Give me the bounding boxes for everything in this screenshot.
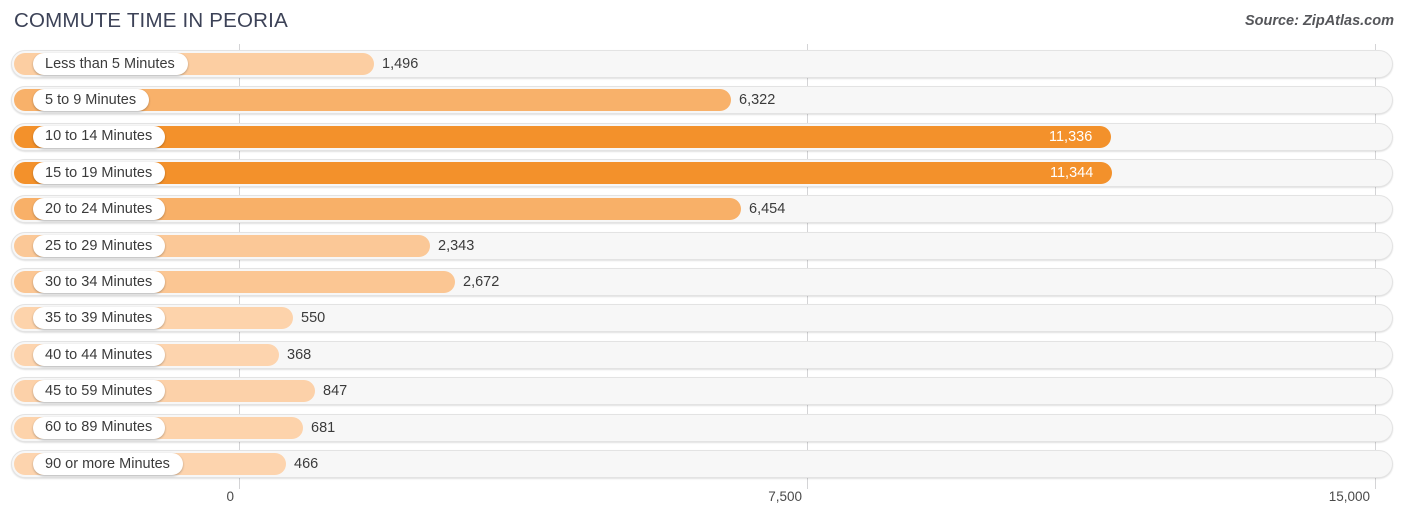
category-label: 60 to 89 Minutes: [45, 419, 153, 436]
source-attribution: Source: ZipAtlas.com: [1244, 13, 1394, 29]
category-label: 45 to 59 Minutes: [45, 382, 153, 399]
table-row[interactable]: 25 to 29 Minutes 2,343: [11, 231, 1393, 260]
bar[interactable]: [14, 125, 1111, 148]
bar-label-pill: 10 to 14 Minutes: [33, 125, 166, 148]
page-title: COMMUTE TIME IN PEORIA: [14, 9, 288, 32]
bar-label-pill: 20 to 24 Minutes: [33, 198, 166, 221]
bar-label-pill: 35 to 39 Minutes: [33, 307, 166, 330]
table-row[interactable]: 90 or more Minutes 466: [11, 449, 1393, 478]
category-label: 15 to 19 Minutes: [45, 164, 153, 181]
bar-value-label: 847: [323, 383, 348, 400]
category-label: 30 to 34 Minutes: [45, 273, 153, 290]
category-label: 35 to 39 Minutes: [45, 310, 153, 327]
bar-label-pill: 25 to 29 Minutes: [33, 234, 166, 257]
bar-value-label: 11,344: [1050, 165, 1094, 182]
axis-tick-label: 0: [226, 489, 234, 504]
category-label: 90 or more Minutes: [45, 455, 170, 472]
category-label: Less than 5 Minutes: [45, 55, 175, 72]
table-row[interactable]: 10 to 14 Minutes 11,336: [11, 122, 1393, 151]
bar-label-pill: 5 to 9 Minutes: [33, 89, 150, 112]
bar-label-pill: 40 to 44 Minutes: [33, 343, 166, 366]
bar-value-label: 466: [294, 455, 319, 472]
table-row[interactable]: 35 to 39 Minutes 550: [11, 304, 1393, 333]
table-row[interactable]: 30 to 34 Minutes 2,672: [11, 268, 1393, 297]
table-row[interactable]: 20 to 24 Minutes 6,454: [11, 195, 1393, 224]
bar-label-pill: 60 to 89 Minutes: [33, 416, 166, 439]
bar-label-pill: 15 to 19 Minutes: [33, 162, 166, 185]
chart-plot-area: Less than 5 Minutes 1,496 5 to 9 Minutes 6,…: [0, 44, 1406, 489]
bar-value-label: 550: [301, 310, 326, 327]
bar-value-label: 2,672: [463, 274, 500, 291]
bar-label-pill: Less than 5 Minutes: [33, 53, 188, 75]
bar-value-label: 681: [311, 419, 336, 436]
category-label: 40 to 44 Minutes: [45, 346, 153, 363]
table-row[interactable]: 45 to 59 Minutes 847: [11, 377, 1393, 406]
bar-value-label: 1,496: [382, 56, 419, 72]
bar-value-label: 11,336: [1049, 128, 1093, 145]
category-label: 5 to 9 Minutes: [45, 92, 137, 109]
category-label: 25 to 29 Minutes: [45, 237, 153, 254]
bar-label-pill: 45 to 59 Minutes: [33, 380, 166, 403]
bar-value-label: 2,343: [438, 237, 475, 254]
bar[interactable]: [14, 162, 1112, 185]
table-row[interactable]: 15 to 19 Minutes 11,344: [11, 159, 1393, 188]
bar-value-label: 6,322: [739, 92, 776, 109]
chart-header: COMMUTE TIME IN PEORIA Source: ZipAtlas.…: [0, 0, 1406, 44]
bar-value-label: 6,454: [749, 201, 786, 218]
table-row[interactable]: 40 to 44 Minutes 368: [11, 340, 1393, 369]
table-row[interactable]: 5 to 9 Minutes 6,322: [11, 86, 1393, 115]
bar-label-pill: 90 or more Minutes: [33, 452, 183, 475]
bar-label-pill: 30 to 34 Minutes: [33, 271, 166, 294]
table-row[interactable]: Less than 5 Minutes 1,496: [11, 50, 1393, 78]
category-label: 20 to 24 Minutes: [45, 201, 153, 218]
axis-tick-label: 7,500: [768, 489, 802, 504]
axis-tick-label: 15,000: [1328, 489, 1370, 504]
x-axis: 0 7,500 15,000: [0, 484, 1406, 522]
table-row[interactable]: 60 to 89 Minutes 681: [11, 413, 1393, 442]
category-label: 10 to 14 Minutes: [45, 128, 153, 145]
bar-value-label: 368: [287, 346, 312, 363]
